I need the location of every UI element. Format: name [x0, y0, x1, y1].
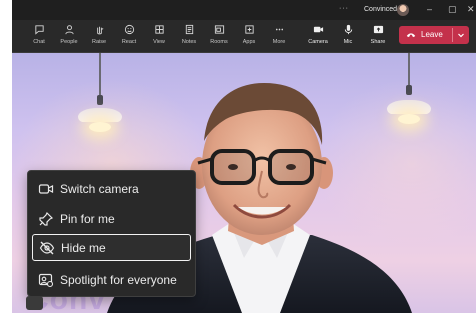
- spotlight-for-everyone-label: Spotlight for everyone: [60, 272, 177, 287]
- user-name: Convinced: [364, 6, 398, 13]
- leave-button[interactable]: Leave: [399, 26, 469, 44]
- view-button[interactable]: View: [145, 24, 173, 50]
- title-bar: ··· Convinced – ▢ ✕: [12, 0, 476, 20]
- share-icon: [373, 25, 383, 34]
- meeting-toolbar: Chat People Raise React View Notes Rooms: [12, 20, 476, 53]
- hide-me-label: Hide me: [61, 240, 106, 255]
- minimize-button[interactable]: –: [427, 4, 432, 14]
- hide-eye-icon: [39, 241, 55, 254]
- people-button[interactable]: People: [55, 24, 83, 50]
- participant-options-button[interactable]: [26, 296, 43, 310]
- chat-icon: [34, 25, 44, 35]
- people-label: People: [60, 39, 78, 45]
- pin-for-me-label: Pin for me: [60, 211, 115, 226]
- apps-label: Apps: [242, 39, 256, 45]
- share-label: Share: [370, 39, 386, 45]
- share-button[interactable]: Share: [364, 24, 392, 50]
- raise-hand-icon: [96, 26, 103, 35]
- view-icon: [154, 25, 164, 34]
- chat-button[interactable]: Chat: [25, 24, 53, 50]
- rooms-label: Rooms: [210, 39, 228, 45]
- rooms-icon: [214, 25, 224, 34]
- hide-me-menu-item[interactable]: Hide me: [32, 234, 191, 261]
- react-icon: [124, 24, 134, 35]
- camera-icon: [313, 26, 323, 33]
- left-edge: [0, 0, 12, 313]
- notes-button[interactable]: Notes: [175, 24, 203, 50]
- teams-meeting-window: ··· Convinced – ▢ ✕ Chat People Raise Re…: [0, 0, 476, 313]
- react-label: React: [121, 39, 137, 45]
- hang-up-icon: [406, 33, 416, 38]
- pin-icon: [39, 211, 54, 226]
- chat-label: Chat: [33, 39, 45, 45]
- restore-button[interactable]: ▢: [448, 4, 457, 15]
- spotlight-for-everyone-menu-item[interactable]: Spotlight for everyone: [32, 266, 191, 293]
- titlebar-more-button[interactable]: ···: [339, 5, 349, 12]
- mic-button[interactable]: Mic: [334, 24, 362, 50]
- switch-camera-icon: [38, 183, 54, 194]
- people-icon: [64, 25, 74, 35]
- switch-camera-menu-item[interactable]: Switch camera: [32, 175, 191, 202]
- more-icon: [275, 28, 283, 31]
- apps-icon: [244, 25, 254, 34]
- avatar[interactable]: [397, 4, 409, 16]
- more-label: More: [272, 39, 286, 45]
- view-label: View: [153, 39, 165, 45]
- rooms-button[interactable]: Rooms: [205, 24, 233, 50]
- apps-button[interactable]: Apps: [235, 24, 263, 50]
- leave-divider: [452, 28, 453, 42]
- participant-context-menu: Switch camera Pin for me Hide me Spotlig…: [27, 170, 196, 297]
- camera-button[interactable]: Camera: [304, 24, 332, 50]
- notes-label: Notes: [181, 39, 197, 45]
- raise-hand-button[interactable]: Raise: [85, 24, 113, 50]
- react-button[interactable]: React: [115, 24, 143, 50]
- raise-label: Raise: [91, 39, 107, 45]
- camera-label: Camera: [308, 39, 328, 45]
- notes-icon: [185, 24, 193, 35]
- mic-label: Mic: [343, 39, 353, 45]
- more-button[interactable]: More: [265, 24, 293, 50]
- leave-label: Leave: [421, 30, 443, 39]
- mic-icon: [344, 24, 352, 35]
- chevron-down-icon[interactable]: [455, 29, 467, 41]
- switch-camera-label: Switch camera: [60, 181, 139, 196]
- pin-for-me-menu-item[interactable]: Pin for me: [32, 205, 191, 232]
- close-button[interactable]: ✕: [467, 4, 475, 15]
- spotlight-icon: [38, 273, 54, 287]
